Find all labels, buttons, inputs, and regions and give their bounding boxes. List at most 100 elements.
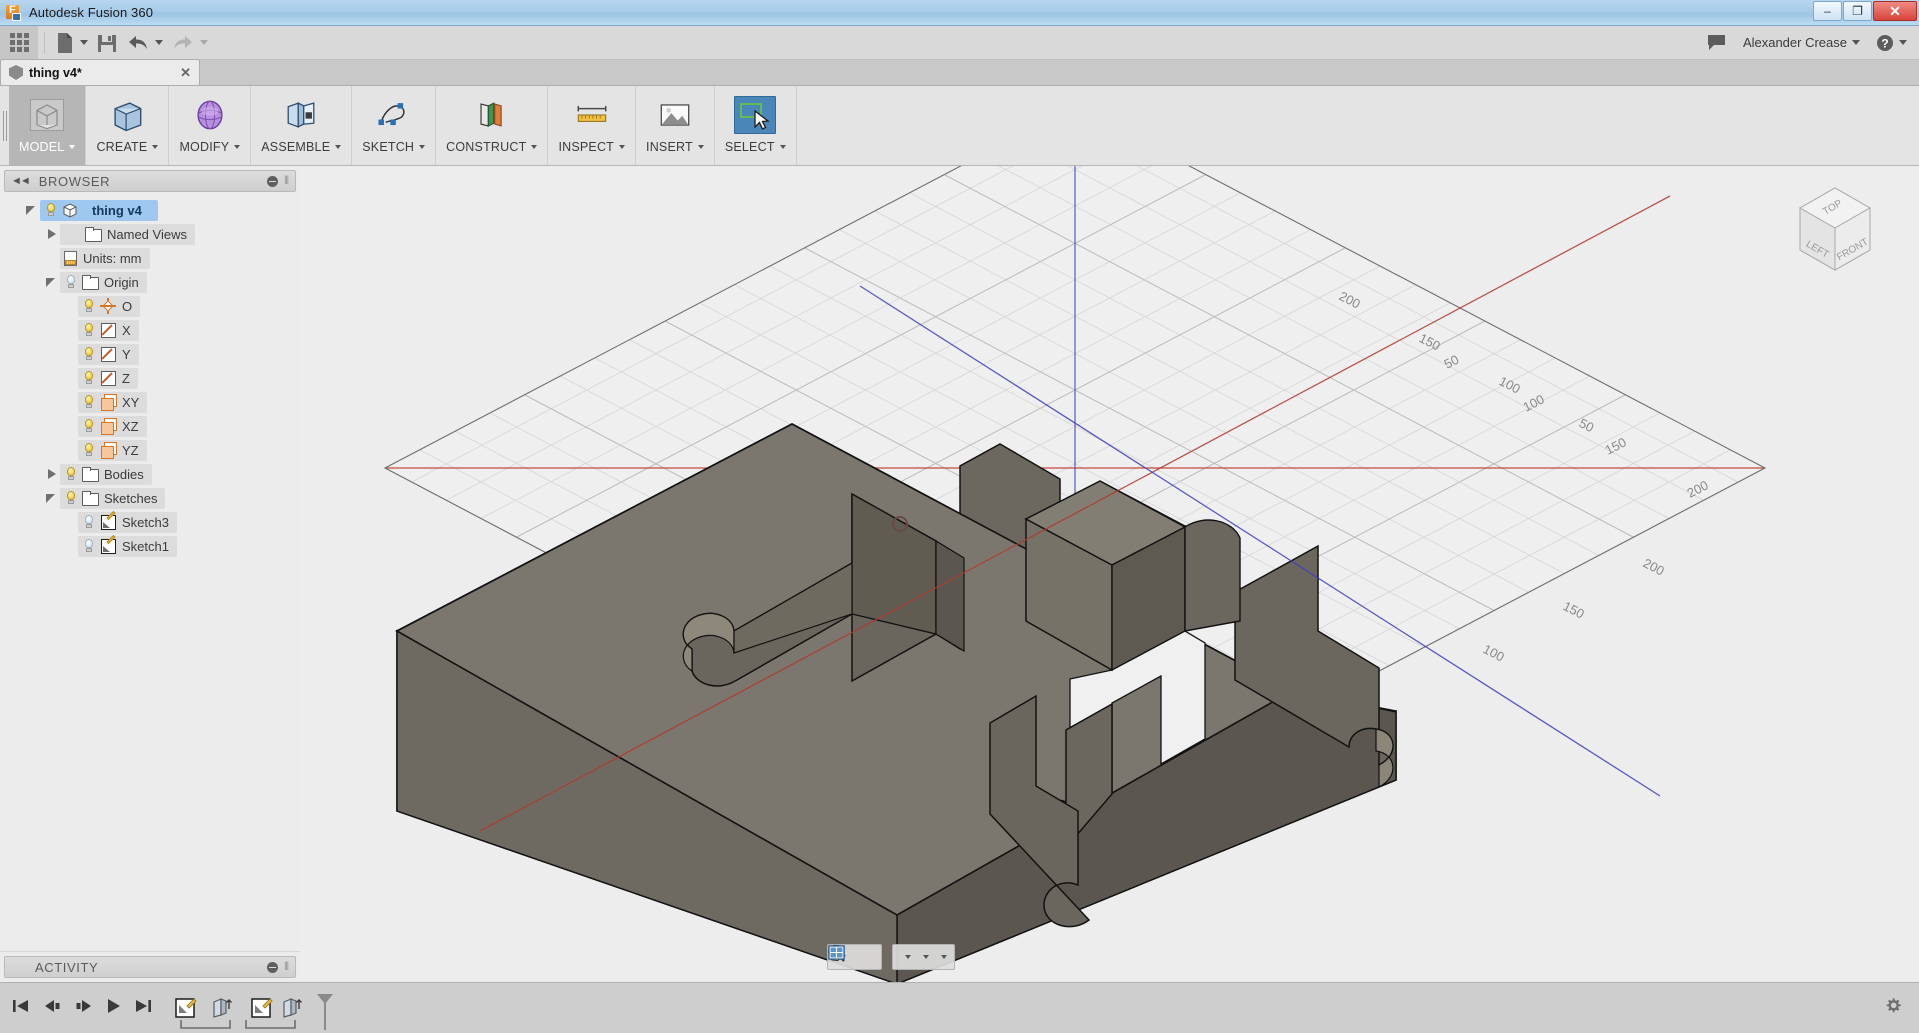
visibility-bulb-icon[interactable] — [81, 298, 97, 314]
step-forward-button[interactable] — [74, 998, 94, 1019]
tree-item-sketches[interactable]: Sketches — [0, 486, 300, 510]
ribbon-group-select[interactable]: SELECT — [715, 86, 797, 165]
look-at-tool[interactable] — [851, 946, 855, 968]
chevron-down-icon[interactable] — [941, 955, 947, 959]
tree-item-origin[interactable]: Origin — [0, 270, 300, 294]
ribbon-group-insert[interactable]: INSERT — [636, 86, 715, 165]
ribbon-group-create[interactable]: CREATE — [86, 86, 169, 165]
minus-circle-icon[interactable] — [267, 176, 278, 187]
collapse-left-icon[interactable]: ◄◄ — [11, 175, 29, 187]
timeline-settings-button[interactable] — [1883, 996, 1903, 1021]
twisty-open-icon[interactable] — [24, 203, 38, 217]
twisty-open-icon[interactable] — [44, 491, 58, 505]
grid-snaps[interactable] — [916, 946, 931, 968]
chevron-down-icon[interactable] — [200, 40, 208, 45]
visibility-bulb-icon[interactable] — [81, 322, 97, 338]
undo-button[interactable] — [122, 26, 167, 60]
ribbon-group-construct[interactable]: CONSTRUCT — [436, 86, 548, 165]
app-grid-icon[interactable] — [0, 26, 38, 60]
go-to-end-button[interactable] — [134, 998, 152, 1019]
ribbon-group-assemble[interactable]: ASSEMBLE — [251, 86, 352, 165]
skip-end-icon — [134, 998, 152, 1014]
tree-item-axis-x[interactable]: X — [0, 318, 300, 342]
units-doc-icon — [63, 251, 77, 266]
tree-item-sketch3[interactable]: Sketch3 — [0, 510, 300, 534]
visibility-bulb-icon[interactable] — [81, 394, 97, 410]
drag-grip-icon[interactable]: ⦀ — [284, 175, 289, 188]
timeline-sketch-1[interactable] — [174, 996, 198, 1020]
tree-item-thing-v4[interactable]: thing v4 — [0, 198, 300, 222]
visibility-bulb-icon[interactable] — [63, 274, 79, 290]
sketch-spline-icon — [373, 86, 415, 140]
tree-item-bodies[interactable]: Bodies — [0, 462, 300, 486]
zoom-tool[interactable] — [865, 946, 869, 968]
visibility-bulb-icon[interactable] — [81, 442, 97, 458]
visibility-bulb-icon[interactable] — [63, 490, 79, 506]
viewport-canvas[interactable]: 200 150 100 50 50 100 150 200 200 150 10… — [300, 166, 1919, 982]
tree-item-plane-xz[interactable]: XZ — [0, 414, 300, 438]
tree-item-sketch1[interactable]: Sketch1 — [0, 534, 300, 558]
chevron-down-icon[interactable] — [155, 40, 163, 45]
document-tab-label: thing v4* — [29, 66, 82, 80]
tree-item-axis-y[interactable]: Y — [0, 342, 300, 366]
document-tab-thing-v4[interactable]: thing v4* ✕ — [0, 59, 200, 85]
tree-item-axis-z[interactable]: Z — [0, 366, 300, 390]
visibility-bulb-icon[interactable] — [81, 346, 97, 362]
activity-panel-header[interactable]: ACTIVITY ⦀ — [4, 956, 296, 978]
drag-grip-icon[interactable]: ⦀ — [284, 961, 289, 974]
tree-item-plane-xy[interactable]: XY — [0, 390, 300, 414]
drag-grip-icon[interactable] — [0, 86, 9, 165]
tree-item-origin-point-o[interactable]: O — [0, 294, 300, 318]
ribbon-group-select-label: SELECT — [725, 140, 786, 158]
pan-tool[interactable] — [858, 946, 862, 968]
save-button[interactable] — [92, 26, 122, 60]
minimize-button[interactable]: – — [1813, 1, 1842, 21]
viewports[interactable] — [934, 946, 949, 968]
ribbon-group-insert-label: INSERT — [646, 140, 704, 158]
chevron-down-icon[interactable] — [923, 955, 929, 959]
tree-item-named-views[interactable]: Named Views — [0, 222, 300, 246]
visibility-bulb-icon[interactable] — [43, 202, 59, 218]
play-button[interactable] — [106, 998, 122, 1019]
comment-icon[interactable] — [1707, 34, 1727, 52]
user-menu[interactable]: Alexander Crease — [1743, 35, 1860, 50]
help-menu[interactable]: ? — [1876, 34, 1907, 52]
ribbon-group-inspect[interactable]: INSPECT — [548, 86, 636, 165]
activity-panel: ACTIVITY ⦀ — [0, 952, 300, 982]
fit-tool[interactable] — [872, 946, 876, 968]
step-back-button[interactable] — [42, 998, 62, 1019]
chevron-down-icon[interactable] — [1899, 40, 1907, 45]
browser-panel-header[interactable]: ◄◄ BROWSER ⦀ — [4, 170, 296, 192]
ribbon-group-modify[interactable]: MODIFY — [169, 86, 251, 165]
timeline-extrude-1[interactable] — [210, 996, 234, 1020]
visibility-bulb-icon[interactable] — [81, 514, 97, 530]
twisty-open-icon[interactable] — [44, 275, 58, 289]
timeline-marker-icon[interactable] — [316, 993, 332, 1023]
visibility-bulb-icon[interactable] — [63, 466, 79, 482]
visibility-bulb-icon[interactable] — [81, 418, 97, 434]
close-icon[interactable]: ✕ — [158, 65, 191, 81]
twisty-closed-icon[interactable] — [44, 467, 58, 481]
ribbon-workspace-model[interactable]: MODEL — [9, 86, 86, 165]
browser-tree: thing v4 Named Views Units: mm — [0, 192, 300, 558]
visibility-bulb-icon[interactable] — [81, 370, 97, 386]
select-cursor-icon — [734, 86, 776, 140]
timeline-sketch-2[interactable] — [250, 996, 274, 1020]
display-settings[interactable] — [898, 946, 913, 968]
chevron-down-icon[interactable] — [1852, 40, 1860, 45]
twisty-closed-icon[interactable] — [44, 227, 58, 241]
redo-button[interactable] — [167, 26, 212, 60]
tree-item-plane-yz[interactable]: YZ — [0, 438, 300, 462]
close-button[interactable]: ✕ — [1873, 1, 1917, 21]
view-cube[interactable]: TOP LEFT FRONT — [1800, 188, 1870, 270]
ribbon-group-sketch[interactable]: SKETCH — [352, 86, 436, 165]
go-to-beginning-button[interactable] — [12, 998, 30, 1019]
chevron-down-icon[interactable] — [905, 955, 911, 959]
timeline-extrude-2[interactable] — [280, 996, 304, 1020]
new-document-button[interactable] — [51, 26, 92, 60]
visibility-bulb-icon[interactable] — [81, 538, 97, 554]
chevron-down-icon[interactable] — [80, 40, 88, 45]
plus-circle-icon[interactable] — [267, 962, 278, 973]
maximize-button[interactable]: ❐ — [1843, 1, 1872, 21]
tree-item-units[interactable]: Units: mm — [0, 246, 300, 270]
